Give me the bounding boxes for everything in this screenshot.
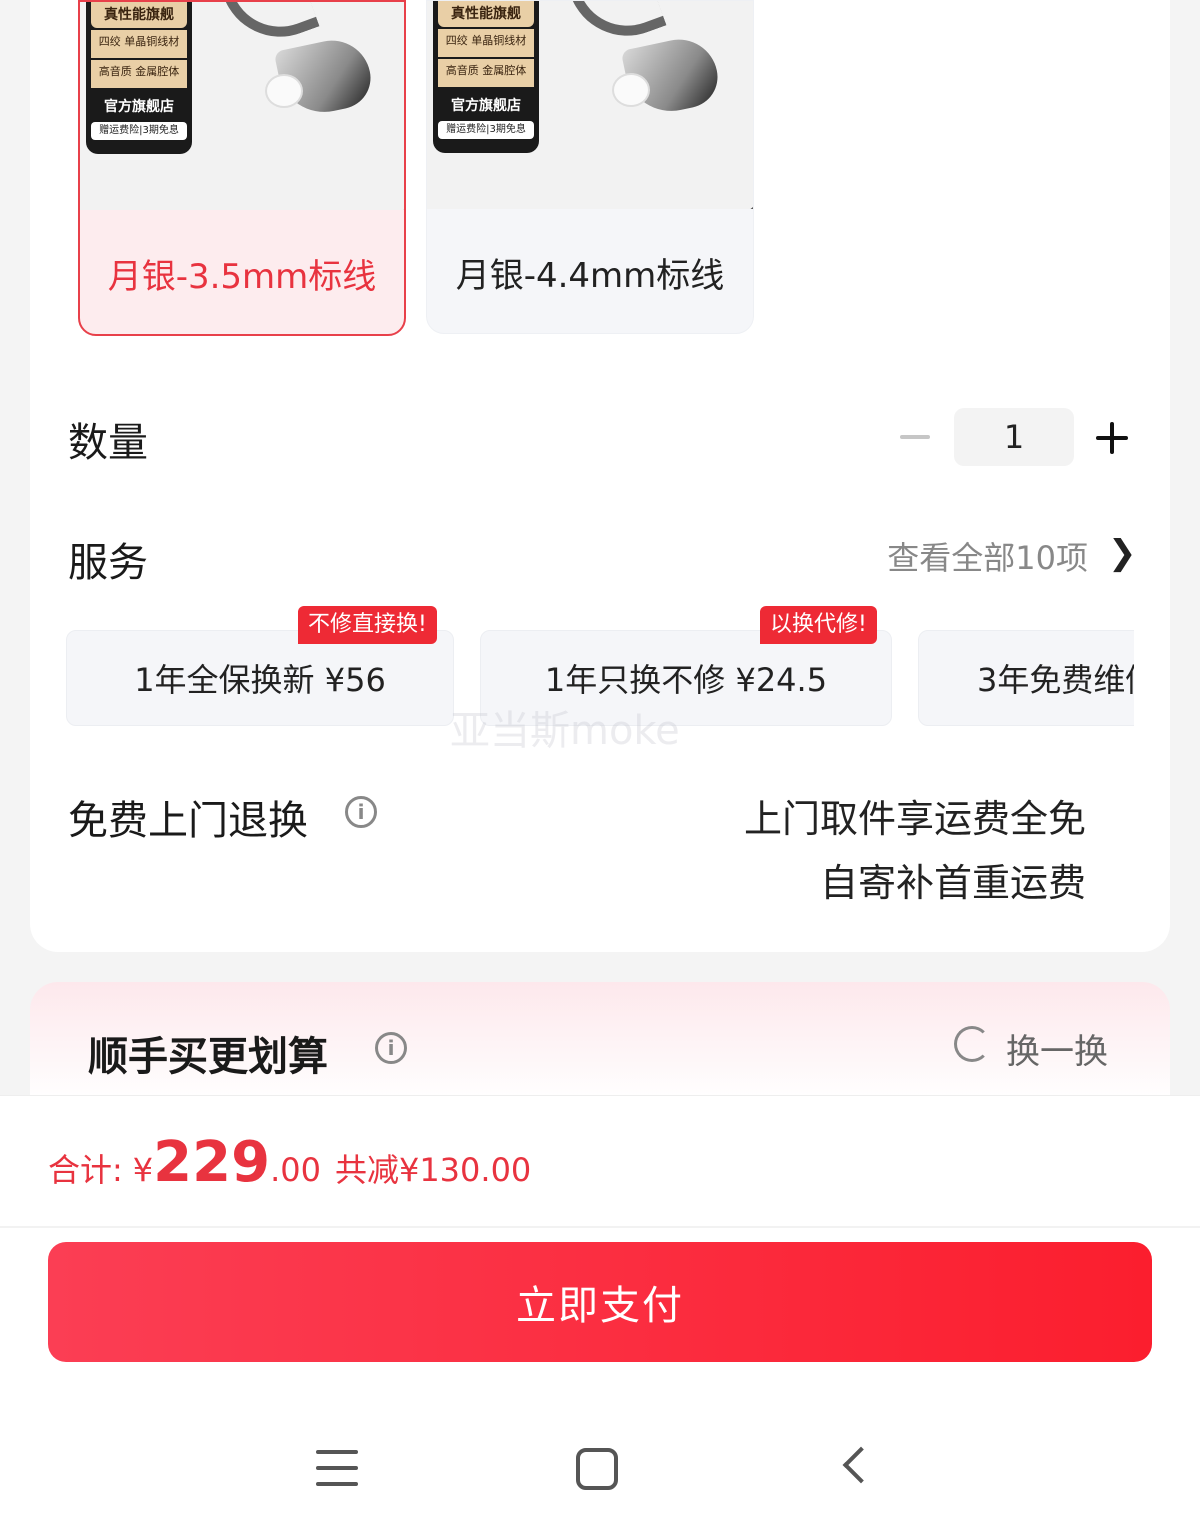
promo-panel: 真性能旗舰 四绞 单晶铜线材 高音质 金属腔体 官方旗舰店 赠运费险|3期免息: [86, 2, 192, 154]
menu-icon[interactable]: [316, 1450, 358, 1490]
chevron-right-icon[interactable]: ❯: [1108, 533, 1137, 573]
eartip-graphic: [265, 74, 303, 108]
bundle-title: 顺手买更划算: [88, 1034, 328, 1080]
view-all-services-link[interactable]: 查看全部10项: [887, 533, 1088, 579]
promo-store: 官方旗舰店: [104, 99, 174, 115]
variant-label: 月银-3.5mm标线: [107, 256, 377, 297]
pay-now-button[interactable]: 立即支付: [48, 1242, 1152, 1362]
promo-line: 真性能旗舰: [438, 1, 534, 27]
promo-line: 四绞 单晶铜线材: [438, 29, 534, 57]
refresh-icon[interactable]: [954, 1026, 990, 1062]
service-label: 服务: [68, 540, 148, 586]
info-icon[interactable]: i: [345, 796, 377, 828]
variant-option-4-4mm[interactable]: 真性能旗舰 四绞 单晶铜线材 高音质 金属腔体 官方旗舰店 赠运费险|3期免息 …: [426, 0, 754, 334]
total-integer: 229: [153, 1130, 271, 1195]
promo-store: 官方旗舰店: [451, 98, 521, 114]
promo-line: 高音质 金属腔体: [438, 59, 534, 87]
promo-badge: 赠运费险|3期免息: [438, 121, 534, 139]
watermark: 亚当斯moke: [450, 708, 680, 754]
total-label: 合计:: [48, 1151, 123, 1189]
promo-line: 四绞 单晶铜线材: [91, 30, 187, 58]
service-tag: 以换代修!: [760, 606, 877, 644]
total-summary: 合计: ¥ 229 .00 共减¥130.00: [48, 1130, 531, 1195]
quantity-label: 数量: [68, 420, 148, 466]
promo-badge: 赠运费险|3期免息: [91, 122, 187, 140]
total-currency: ¥: [132, 1151, 154, 1189]
variant-image: 真性能旗舰 四绞 单晶铜线材 高音质 金属腔体 官方旗舰店 赠运费险|3期免息: [427, 1, 753, 209]
promo-line: 高音质 金属腔体: [91, 60, 187, 88]
variant-option-3-5mm[interactable]: 真性能旗舰 四绞 单晶铜线材 高音质 金属腔体 官方旗舰店 赠运费险|3期免息 …: [78, 0, 406, 336]
variant-label: 月银-4.4mm标线: [455, 255, 725, 296]
free-return-line2: 自寄补首重运费: [819, 861, 1086, 905]
free-return-label: 免费上门退换: [68, 798, 308, 844]
total-discount: 共减¥130.00: [334, 1151, 532, 1189]
refresh-button[interactable]: 换一换: [1006, 1024, 1108, 1073]
quantity-decrement-button[interactable]: [900, 435, 930, 439]
eartip-graphic: [612, 73, 650, 107]
quantity-value[interactable]: 1: [954, 408, 1074, 466]
promo-line: 真性能旗舰: [91, 2, 187, 28]
variant-image: 真性能旗舰 四绞 单晶铜线材 高音质 金属腔体 官方旗舰店 赠运费险|3期免息: [80, 2, 404, 210]
service-option-1yr-replace[interactable]: 1年全保换新 ¥56: [66, 630, 454, 726]
promo-panel: 真性能旗舰 四绞 单晶铜线材 高音质 金属腔体 官方旗舰店 赠运费险|3期免息: [433, 1, 539, 153]
service-tag: 不修直接换!: [298, 606, 437, 644]
free-return-line1: 上门取件享运费全免: [743, 797, 1086, 841]
service-option-3yr-repair[interactable]: 3年免费维修: [918, 630, 1134, 726]
info-icon[interactable]: i: [375, 1032, 407, 1064]
divider: [0, 1226, 1200, 1228]
home-icon[interactable]: [576, 1448, 618, 1490]
total-decimal: .00: [270, 1151, 321, 1189]
quantity-increment-button[interactable]: [1096, 422, 1128, 454]
